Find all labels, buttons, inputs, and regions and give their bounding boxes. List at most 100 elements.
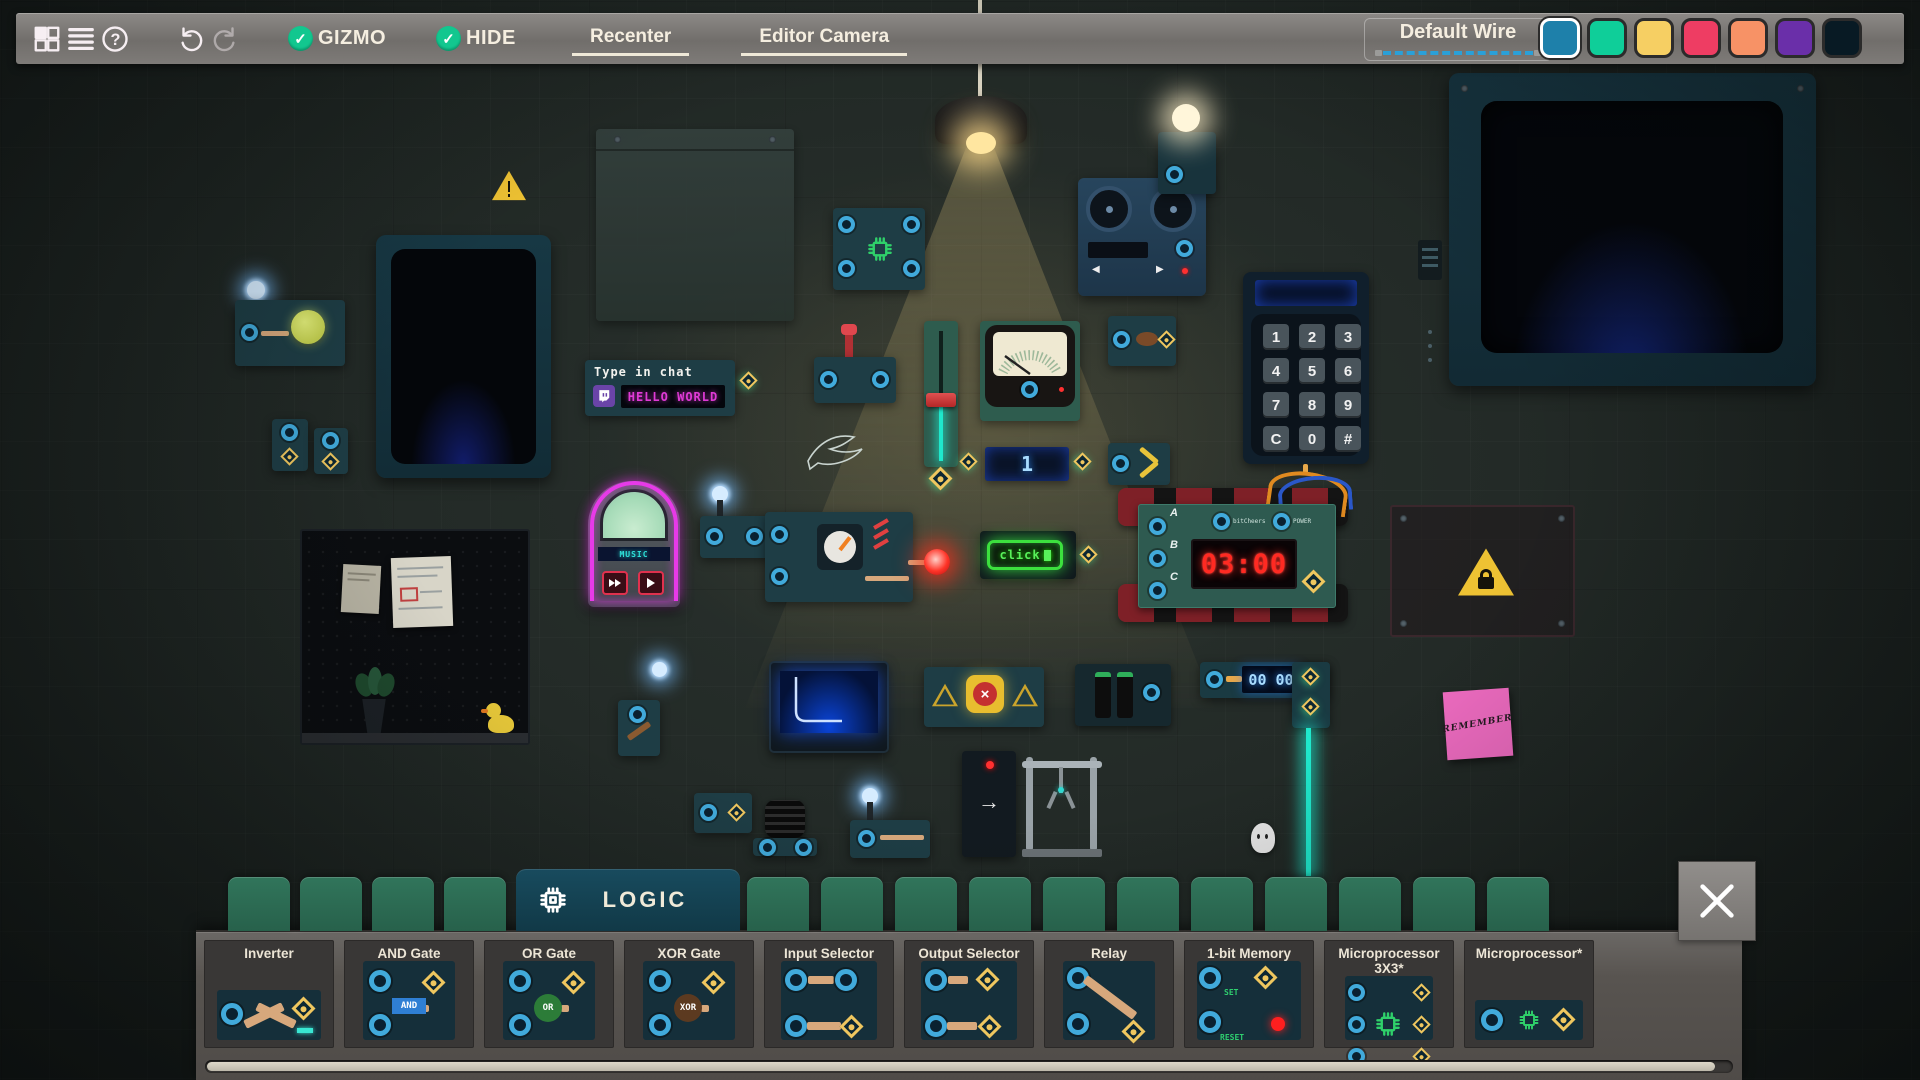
wire-color-purple[interactable]: [1775, 18, 1815, 58]
keypad-key-4[interactable]: 4: [1263, 358, 1289, 384]
metal-sheet[interactable]: [596, 129, 794, 321]
coil-device[interactable]: [753, 798, 817, 856]
wire-color-yellow[interactable]: [1634, 18, 1674, 58]
keypad-key-#[interactable]: #: [1335, 426, 1361, 452]
wire-color-orange[interactable]: [1728, 18, 1768, 58]
bean-chip[interactable]: [1108, 316, 1176, 366]
component-card-inverter[interactable]: Inverter: [204, 940, 334, 1048]
help-icon[interactable]: ?: [98, 22, 132, 56]
wire-color-green[interactable]: [1587, 18, 1627, 58]
round-button[interactable]: [291, 310, 325, 344]
mini-chip[interactable]: [314, 428, 348, 474]
grid-menu-icon[interactable]: [30, 22, 64, 56]
bird-decal[interactable]: [800, 415, 872, 477]
component-card-relay[interactable]: Relay: [1044, 940, 1174, 1048]
number-display[interactable]: 1: [985, 447, 1069, 481]
keypad-key-2[interactable]: 2: [1299, 324, 1325, 350]
text-tab[interactable]: [1043, 877, 1105, 931]
rotary-board[interactable]: [765, 512, 913, 602]
wire-selector[interactable]: Default Wire: [1364, 18, 1552, 61]
recenter-button[interactable]: Recenter: [572, 22, 690, 56]
arrow-board[interactable]: →: [962, 751, 1016, 857]
led-board[interactable]: [700, 516, 772, 558]
server-tab[interactable]: [1413, 877, 1475, 931]
editor-camera-button[interactable]: Editor Camera: [741, 22, 908, 56]
battery-holder[interactable]: [1075, 664, 1171, 726]
component-card-microprocessor-3x3-[interactable]: Microprocessor 3X3*: [1324, 940, 1454, 1066]
plant-leaves[interactable]: [352, 665, 398, 700]
gizmo-toggle[interactable]: ✓ GIZMO: [288, 26, 386, 51]
keypad-unit[interactable]: 1 2 3 4 5 6 7 8 9 C 0 #: [1243, 272, 1369, 464]
keypad-key-9[interactable]: 9: [1335, 392, 1361, 418]
bomb-port-A[interactable]: A: [1147, 507, 1191, 539]
pegboard[interactable]: [300, 529, 530, 745]
click-button-device[interactable]: click: [980, 531, 1076, 579]
wire-color-dark-navy[interactable]: [1822, 18, 1862, 58]
hash-tab[interactable]: [1265, 877, 1327, 931]
keypad-key-6[interactable]: 6: [1335, 358, 1361, 384]
slider-handle[interactable]: [926, 393, 956, 407]
fullscreen-tab[interactable]: [747, 877, 809, 931]
favorites-tab[interactable]: [228, 877, 290, 931]
image-tab[interactable]: [895, 877, 957, 931]
coffee-tab[interactable]: [969, 877, 1031, 931]
component-card-output-selector[interactable]: Output Selector: [904, 940, 1034, 1048]
wire-color-blue[interactable]: [1540, 18, 1580, 58]
bomb-port-B[interactable]: B: [1147, 539, 1191, 571]
component-card-or-gate[interactable]: OR Gate OR: [484, 940, 614, 1048]
keypad-key-5[interactable]: 5: [1299, 358, 1325, 384]
ghost-figure[interactable]: [1251, 823, 1275, 853]
poster-small[interactable]: [340, 564, 382, 614]
component-card-input-selector[interactable]: Input Selector: [764, 940, 894, 1048]
poster-large[interactable]: [390, 555, 454, 629]
component-card-microprocessor-[interactable]: Microprocessor*: [1464, 940, 1594, 1048]
jukebox[interactable]: MUSIC: [588, 481, 680, 607]
rubber-duck[interactable]: [481, 703, 516, 733]
led-board[interactable]: [850, 820, 930, 858]
chat-sign[interactable]: Type in chat HELLO WORLD: [585, 360, 735, 416]
tablet-frame[interactable]: [376, 235, 551, 478]
bomb-timer[interactable]: A B C bitCheers POWER 03:00: [1118, 466, 1354, 622]
rewind-icon[interactable]: ◀: [1092, 264, 1100, 275]
component-card-and-gate[interactable]: AND Gate AND: [344, 940, 474, 1048]
hidden-tab[interactable]: [821, 877, 883, 931]
sticky-note[interactable]: REMEMBER: [1442, 687, 1514, 761]
play-button[interactable]: [638, 571, 664, 595]
hide-toggle[interactable]: ✓ HIDE: [436, 26, 516, 51]
crt-monitor[interactable]: [1449, 73, 1816, 386]
click-button[interactable]: click: [987, 540, 1063, 570]
skip-button[interactable]: [602, 571, 628, 595]
network-tab[interactable]: [1191, 877, 1253, 931]
light-tab[interactable]: [372, 877, 434, 931]
bomb-port-C[interactable]: C: [1147, 571, 1191, 603]
slider-gadget[interactable]: [924, 321, 958, 467]
keypad-key-8[interactable]: 8: [1299, 392, 1325, 418]
water-tank[interactable]: [769, 661, 889, 753]
keypad-key-0[interactable]: 0: [1299, 426, 1325, 452]
toolbox-tab[interactable]: [444, 877, 506, 931]
wire-color-red[interactable]: [1681, 18, 1721, 58]
hand-tab[interactable]: [300, 877, 362, 931]
reel-recorder[interactable]: ◀ ▶: [1078, 178, 1206, 296]
led-button-board[interactable]: [235, 300, 345, 366]
component-card-xor-gate[interactable]: XOR Gate XOR: [624, 940, 754, 1048]
keypad-key-C[interactable]: C: [1263, 426, 1289, 452]
tool-chip[interactable]: [1108, 443, 1170, 485]
chip-gadget[interactable]: [833, 208, 925, 290]
undo-icon[interactable]: [174, 22, 208, 56]
close-panel-button[interactable]: [1678, 861, 1756, 941]
red-led[interactable]: [924, 549, 950, 575]
crank-chip[interactable]: [618, 700, 660, 756]
vu-meter-board[interactable]: [980, 321, 1080, 421]
play-icon[interactable]: ▶: [1156, 264, 1164, 275]
list-menu-icon[interactable]: [64, 22, 98, 56]
robot-tab[interactable]: [1117, 877, 1179, 931]
alert-board[interactable]: ×: [924, 667, 1044, 727]
lever-switch-board[interactable]: [814, 357, 896, 403]
rotary-dial[interactable]: [817, 524, 863, 570]
laser-emitter[interactable]: [1292, 662, 1330, 728]
component-card-1-bit-memory[interactable]: 1-bit Memory SET RESET: [1184, 940, 1314, 1048]
warning-frame[interactable]: [1390, 505, 1575, 637]
music-tab[interactable]: [1487, 877, 1549, 931]
tray-scrollbar[interactable]: [205, 1060, 1733, 1073]
